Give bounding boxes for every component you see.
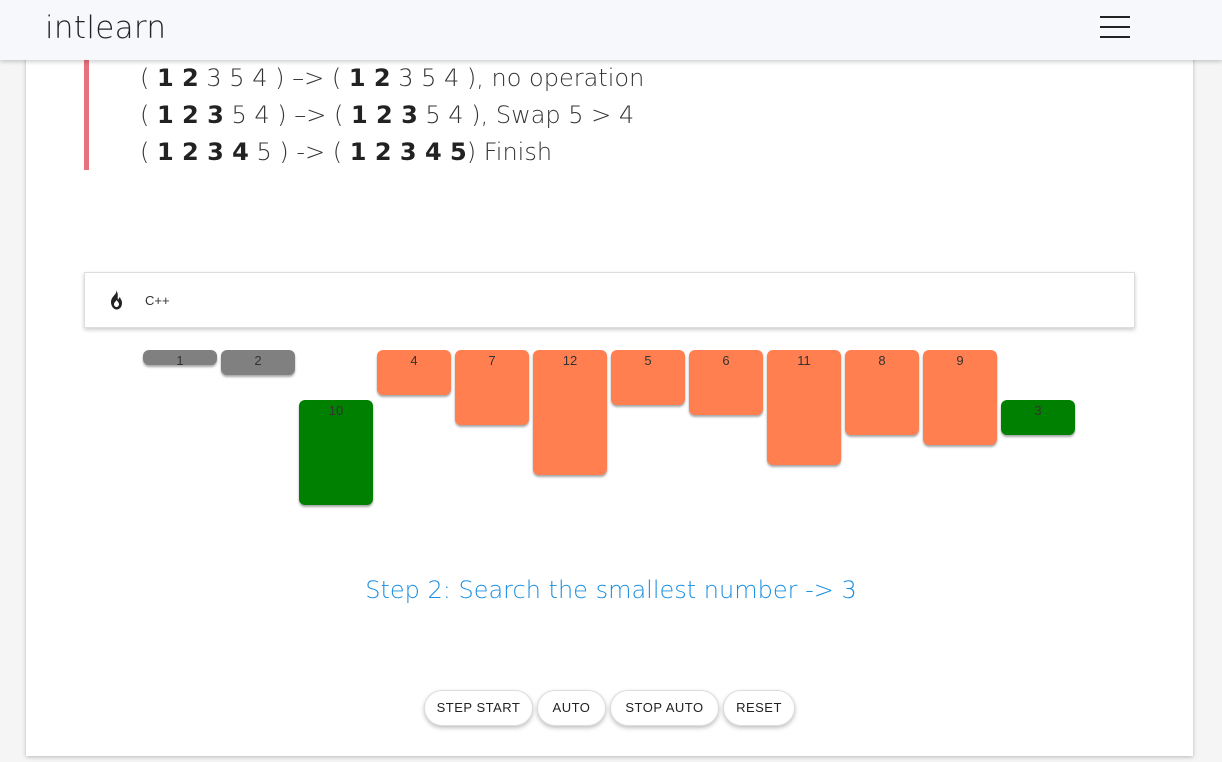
sort-bar: 1: [143, 350, 217, 368]
sort-bar: 6: [689, 350, 763, 415]
sort-bar: 12: [533, 350, 607, 475]
sort-bar: 5: [611, 350, 685, 405]
explanation-line-1: ( 1 2 3 5 4 ) –> ( 1 2 3 5 4 ), no opera…: [140, 64, 645, 92]
language-panel[interactable]: C++: [84, 272, 1135, 328]
reset-button[interactable]: RESET: [723, 690, 795, 726]
explanation-line-2: ( 1 2 3 5 4 ) –> ( 1 2 3 5 4 ), Swap 5 >…: [140, 101, 635, 129]
hamburger-menu-icon[interactable]: [1100, 15, 1132, 39]
stop-auto-button[interactable]: STOP AUTO: [610, 690, 719, 726]
sort-bar: 3: [1001, 400, 1075, 435]
blockquote-accent: [84, 60, 89, 170]
sort-bar: 7: [455, 350, 529, 425]
sort-bar: 2: [221, 350, 295, 375]
sort-bar: 4: [377, 350, 451, 395]
navbar: intlearn: [0, 0, 1222, 60]
brand-logo[interactable]: intlearn: [45, 10, 166, 46]
explanation-line-3: ( 1 2 3 4 5 ) -> ( 1 2 3 4 5) Finish: [140, 138, 553, 166]
sort-bar: 9: [923, 350, 997, 445]
step-start-button[interactable]: STEP START: [424, 690, 533, 726]
step-status-text: Step 2: Search the smallest number -> 3: [365, 576, 857, 604]
auto-button[interactable]: AUTO: [537, 690, 606, 726]
sort-bar: 8: [845, 350, 919, 435]
sort-bar: 11: [767, 350, 841, 465]
sort-bar: 10: [299, 400, 373, 505]
fire-icon: [111, 290, 122, 310]
language-label: C++: [145, 293, 170, 308]
